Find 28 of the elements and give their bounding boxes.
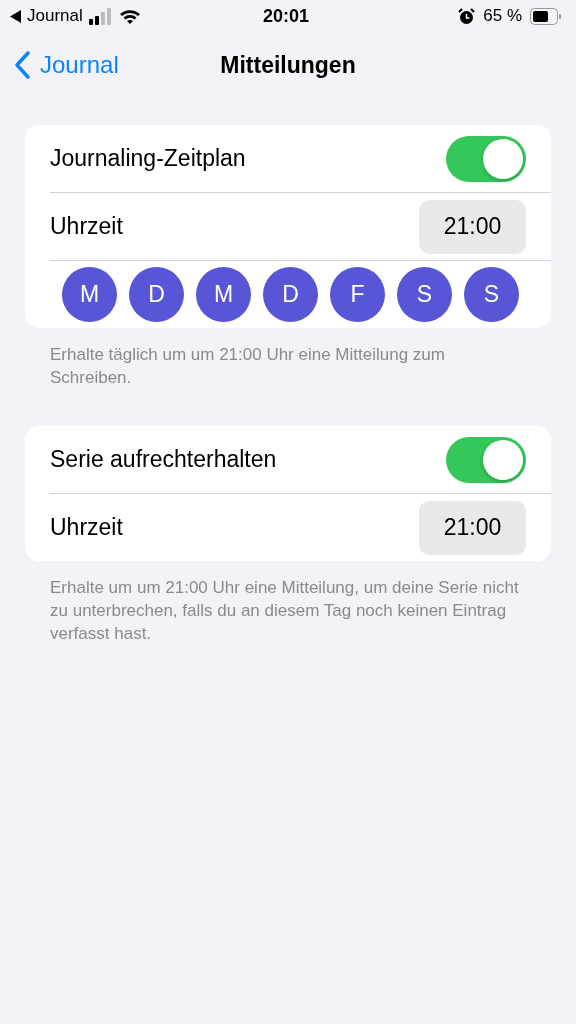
setting-label: Uhrzeit [50, 213, 123, 240]
toggle-switch[interactable] [446, 135, 526, 182]
back-triangle-icon [10, 9, 21, 23]
setting-label: Serie aufrechterhalten [50, 446, 277, 473]
chevron-left-icon[interactable] [14, 51, 30, 79]
time-picker[interactable]: 21:00 [419, 199, 526, 254]
alarm-clock-icon [458, 7, 476, 25]
clock: 20:01 [263, 5, 310, 27]
section-footer: Erhalte täglich um um 21:00 Uhr eine Mitteilung zum Schreiben. [50, 343, 526, 389]
battery-icon [530, 7, 562, 25]
weekday-toggle[interactable]: M [196, 267, 251, 322]
screen-title: Mitteilungen [220, 51, 356, 79]
signal-icon [88, 7, 113, 25]
weekday-toggle[interactable]: S [464, 267, 519, 322]
weekday-toggle[interactable]: D [263, 267, 318, 322]
battery-percentage: 65 % [483, 6, 522, 26]
setting-label: Journaling-Zeitplan [50, 145, 246, 172]
weekday-toggle[interactable]: S [397, 267, 452, 322]
weekday-toggle[interactable]: F [330, 267, 385, 322]
setting-label: Uhrzeit [50, 514, 123, 541]
toggle-switch[interactable] [446, 436, 526, 483]
wifi-icon [118, 7, 141, 25]
time-picker[interactable]: 21:00 [419, 500, 526, 555]
section-footer: Erhalte um um 21:00 Uhr eine Mitteilung, um deine Serie nicht zu unterbrechen, falls du an diesem Tag noch keinen Eintrag verfasst hast. [50, 576, 526, 645]
back-app-label[interactable]: Journal [27, 6, 83, 26]
weekday-toggle[interactable]: M [62, 267, 117, 322]
weekday-toggle[interactable]: D [129, 267, 184, 322]
back-link[interactable]: Journal [40, 51, 119, 79]
